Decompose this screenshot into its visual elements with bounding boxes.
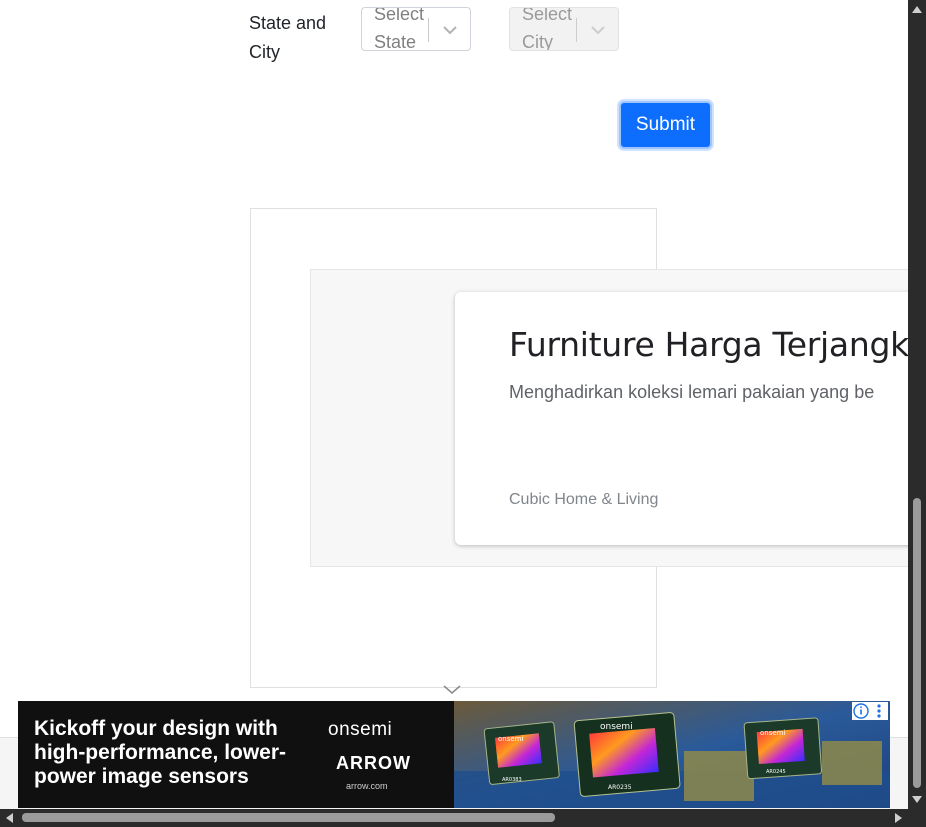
ad-card-description: Menghadirkan koleksi lemari pakaian yang… — [509, 382, 875, 402]
chip-code: AR0245 — [766, 769, 786, 775]
arrow-down-icon[interactable] — [910, 792, 924, 806]
ad-card[interactable]: Furniture Harga Terjangk Menghadirkan ko… — [455, 292, 908, 545]
city-select-placeholder: Select City — [522, 7, 573, 51]
display-ad-banner[interactable]: Kickoff your design with high-performanc… — [18, 701, 890, 808]
arrow-right-icon[interactable] — [891, 811, 905, 825]
submit-button[interactable]: Submit — [619, 101, 712, 149]
chip-code: AR0235 — [608, 784, 632, 791]
arrow-logo: ARROW — [336, 753, 411, 773]
chip-label: onsemi — [760, 729, 785, 737]
banner-headline: Kickoff your design with high-performanc… — [34, 717, 287, 788]
chip-label: onsemi — [498, 735, 523, 743]
ad-card-brand: Cubic Home & Living — [509, 491, 659, 508]
select-separator — [576, 18, 577, 42]
more-vert-icon[interactable] — [870, 702, 888, 720]
image-sensor-photo: onsemi AR0383 onsemi AR0235 onsemi AR024… — [454, 701, 890, 808]
chevron-down-icon[interactable] — [442, 684, 462, 696]
state-select-placeholder: Select State — [374, 7, 425, 51]
chip-code: AR0383 — [502, 777, 522, 783]
onsemi-logo: onsemi — [328, 719, 393, 740]
select-separator — [428, 18, 429, 42]
city-select[interactable]: Select City — [509, 7, 619, 51]
horizontal-scroll-thumb[interactable] — [22, 813, 555, 822]
chip-label: onsemi — [600, 722, 633, 732]
chevron-down-icon[interactable] — [588, 20, 608, 40]
page-viewport: State and City Select State Select City … — [0, 0, 908, 809]
state-select[interactable]: Select State — [361, 7, 471, 51]
ad-card-title[interactable]: Furniture Harga Terjangk — [509, 325, 908, 364]
arrow-left-icon[interactable] — [3, 811, 17, 825]
arrow-up-icon[interactable] — [910, 3, 924, 17]
vertical-scroll-thumb[interactable] — [913, 498, 921, 788]
chevron-down-icon[interactable] — [440, 20, 460, 40]
state-city-label: State and City — [249, 13, 327, 62]
ad-choices-icon[interactable] — [852, 702, 870, 720]
arrow-url: arrow.com — [346, 781, 388, 791]
